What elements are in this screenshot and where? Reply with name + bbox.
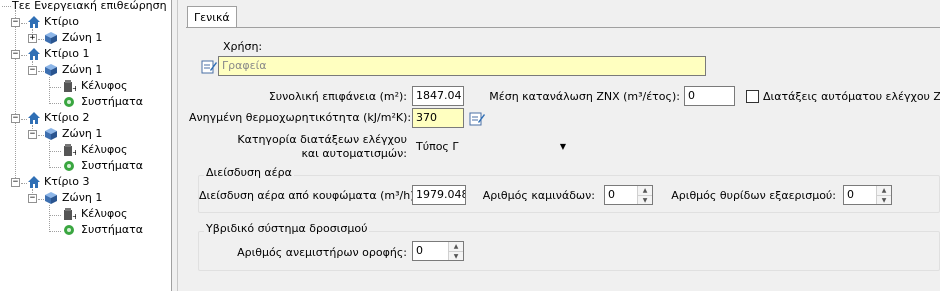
total-area-field[interactable]: 1847.04	[412, 86, 464, 106]
edit-pencil-icon[interactable]	[469, 110, 485, 126]
house-icon	[28, 176, 40, 188]
shell-icon: +	[64, 144, 76, 157]
ceiling-fans-label: Αριθμός ανεμιστήρων οροφής:	[237, 246, 407, 259]
avg-consumption-field[interactable]: 0	[684, 86, 735, 106]
up-arrow-icon[interactable]: ▲	[877, 186, 891, 195]
tab-general[interactable]: Γενικά	[187, 6, 237, 28]
avg-consumption-label: Μέση κατανάλωση ΖΝΧ (m³/έτος):	[489, 90, 680, 103]
systems-icon	[64, 161, 74, 171]
chevron-down-icon: ▼	[559, 142, 566, 151]
auto-control-checkbox[interactable]	[746, 90, 759, 103]
tree-root-label: Τεε Ενεργειακή επιθεώρηση	[12, 0, 167, 12]
up-arrow-icon[interactable]: ▲	[449, 242, 463, 251]
frame-infiltration-label: Διείσδυση αέρα από κουφώματα (m³/h):	[199, 189, 419, 202]
expand-zone-1[interactable]: −	[28, 66, 37, 75]
up-arrow-icon[interactable]: ▲	[638, 186, 652, 195]
usage-field[interactable]: Γραφεία	[218, 56, 706, 76]
expand-zone-0[interactable]: +	[28, 34, 37, 43]
expand-building-2[interactable]: −	[11, 114, 20, 123]
expand-zone-3[interactable]: −	[28, 194, 37, 203]
auto-control-label: Διατάξεις αυτόματου ελέγχου ΖΝΧ	[763, 90, 940, 103]
svg-text:+: +	[72, 148, 76, 157]
shell-icon: +	[64, 208, 76, 221]
panel-splitter[interactable]	[172, 0, 178, 291]
heat-capacity-label: Ανηγμένη θερμοχωρητικότητα (kJ/m²K):	[189, 111, 412, 124]
expand-building-3[interactable]: −	[11, 178, 20, 187]
expand-zone-2[interactable]: −	[28, 130, 37, 139]
house-icon	[28, 112, 40, 124]
down-arrow-icon[interactable]: ▼	[449, 251, 463, 260]
down-arrow-icon[interactable]: ▼	[638, 195, 652, 204]
heat-capacity-field[interactable]: 370	[412, 108, 464, 128]
house-icon	[28, 16, 40, 28]
house-icon	[28, 48, 40, 60]
zone-cube-icon	[45, 64, 57, 76]
control-category-label: Κατηγορία διατάξεων ελέγχου και αυτοματι…	[237, 133, 407, 160]
svg-text:+: +	[72, 212, 76, 221]
properties-panel: Γενικά Χρήση: Γραφεία Συνολική επιφάνεια…	[179, 0, 940, 291]
project-tree[interactable]: Τεε Ενεργειακή επιθεώρηση − Κτίριο + Ζών…	[0, 0, 172, 291]
vents-label: Αριθμός θυρίδων εξαερισμού:	[671, 189, 836, 202]
svg-text:+: +	[72, 84, 76, 93]
usage-label: Χρήση:	[223, 40, 263, 53]
systems-icon	[64, 97, 74, 107]
total-area-label: Συνολική επιφάνεια (m²):	[268, 90, 407, 103]
edit-pencil-icon[interactable]	[201, 58, 217, 74]
systems-icon	[64, 225, 74, 235]
vents-stepper[interactable]: 0 ▲ ▼	[843, 185, 892, 205]
ceiling-fans-stepper[interactable]: 0 ▲ ▼	[412, 241, 464, 261]
zone-cube-icon	[45, 32, 57, 44]
hybrid-cooling-title: Υβριδικό σύστημα δροσισμού	[204, 222, 370, 236]
expand-building-0[interactable]: −	[11, 18, 20, 27]
air-infiltration-title: Διείσδυση αέρα	[204, 166, 294, 180]
expand-building-1[interactable]: −	[11, 50, 20, 59]
zone-cube-icon	[45, 192, 57, 204]
chimneys-stepper[interactable]: 0 ▲ ▼	[604, 185, 653, 205]
shell-icon: +	[64, 80, 76, 93]
chimneys-label: Αριθμός καμινάδων:	[482, 189, 595, 202]
down-arrow-icon[interactable]: ▼	[877, 195, 891, 204]
control-category-select[interactable]: Τύπος Γ ▼	[412, 137, 570, 157]
frame-infiltration-field[interactable]: 1979.048	[412, 185, 466, 205]
zone-cube-icon	[45, 128, 57, 140]
